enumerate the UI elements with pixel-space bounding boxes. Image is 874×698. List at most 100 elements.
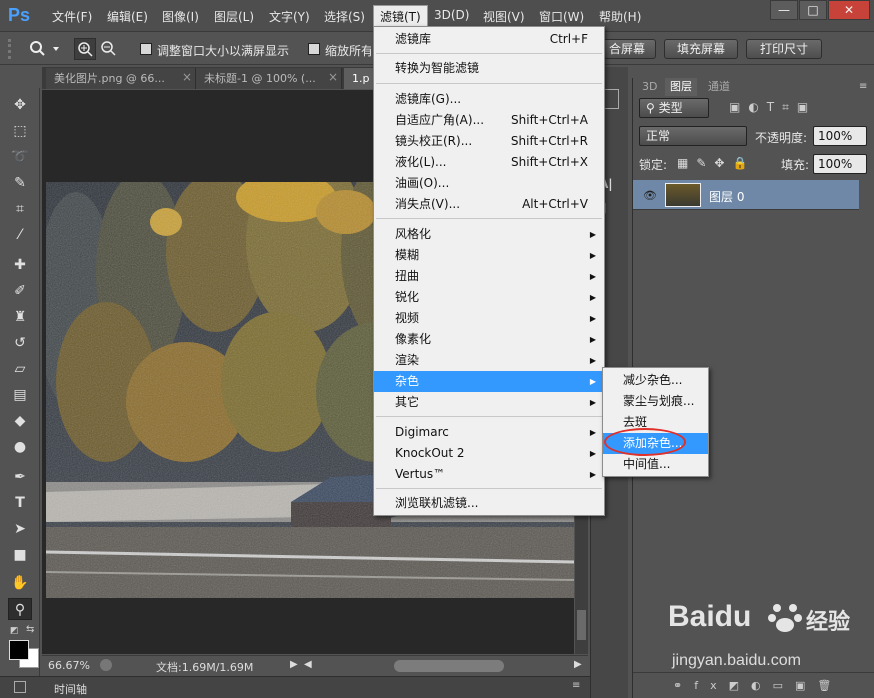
status-menu-arrow-icon[interactable]: ▶ <box>290 659 298 670</box>
scroll-thumb[interactable] <box>577 610 586 640</box>
menu-sharpen[interactable]: 锐化 ▶ <box>374 287 604 308</box>
type-tool-icon[interactable]: T <box>8 492 32 514</box>
fill-screen-button[interactable]: 填充屏幕 <box>664 39 738 59</box>
healing-brush-tool-icon[interactable]: ✚ <box>8 254 32 276</box>
tab-1p[interactable]: 1.p <box>344 68 374 89</box>
photoshop-logo: Ps <box>8 5 31 25</box>
menu-filter[interactable]: 滤镜(T) <box>373 5 428 28</box>
default-colors-icon[interactable]: ◩ <box>10 626 19 636</box>
menu-other[interactable]: 其它 ▶ <box>374 392 604 413</box>
pen-tool-icon[interactable]: ✒ <box>8 466 32 488</box>
submenu-arrow-icon: ▶ <box>589 377 596 386</box>
fill-input[interactable]: 100% <box>813 154 867 174</box>
menu-3d[interactable]: 3D(D) <box>434 8 469 22</box>
dodge-tool-icon[interactable]: ● <box>8 436 32 458</box>
quick-select-tool-icon[interactable]: ✎ <box>8 172 32 194</box>
menu-help[interactable]: 帮助(H) <box>599 8 641 25</box>
menu-image[interactable]: 图像(I) <box>162 8 199 25</box>
horizontal-scroll-thumb[interactable] <box>394 660 504 672</box>
menu-blur[interactable]: 模糊 ▶ <box>374 245 604 266</box>
zoom-out-button[interactable] <box>98 38 120 60</box>
submenu-arrow-icon: ▶ <box>589 230 596 239</box>
layer-row[interactable]: 👁 图层 0 <box>633 180 859 210</box>
lasso-tool-icon[interactable]: ➰ <box>8 146 32 168</box>
tab-beautify[interactable]: 美化图片.png @ 66... <box>46 68 196 89</box>
tab-3d[interactable]: 3D <box>637 78 662 96</box>
opacity-input[interactable]: 100% <box>813 126 867 146</box>
menu-convert-smart-filter[interactable]: 转换为智能滤镜 <box>374 58 604 79</box>
menu-knockout[interactable]: KnockOut 2 ▶ <box>374 443 604 464</box>
menu-render[interactable]: 渲染 ▶ <box>374 350 604 371</box>
minimize-button[interactable]: — <box>770 0 798 20</box>
menu-adaptive-wide-angle[interactable]: 自适应广角(A)... Shift+Ctrl+A <box>374 110 604 131</box>
eyedropper-tool-icon[interactable]: ⁄ <box>8 224 32 246</box>
scroll-right-icon[interactable]: ▶ <box>574 659 582 670</box>
zoom-tool-icon[interactable]: ⚲ <box>8 598 32 620</box>
menu-filter-gallery[interactable]: 滤镜库(G)... <box>374 89 604 110</box>
menu-distort[interactable]: 扭曲 ▶ <box>374 266 604 287</box>
menu-edit[interactable]: 编辑(E) <box>107 8 148 25</box>
menu-browse-filters-online[interactable]: 浏览联机滤镜... <box>374 493 604 514</box>
submenu-arrow-icon: ▶ <box>589 272 596 281</box>
menu-noise[interactable]: 杂色 ▶ <box>374 371 604 392</box>
blend-mode-select[interactable]: 正常 <box>639 126 747 146</box>
tab-label: 未标题-1 @ 100% (... <box>204 72 316 85</box>
marquee-tool-icon[interactable]: ⬚ <box>8 120 32 142</box>
timeline-label[interactable]: 时间轴 <box>54 681 87 697</box>
hand-tool-icon[interactable]: ✋ <box>8 572 32 594</box>
menu-vanishing-point[interactable]: 消失点(V)... Alt+Ctrl+V <box>374 194 604 215</box>
tab-layers[interactable]: 图层 <box>665 78 697 96</box>
tab-untitled[interactable]: 未标题-1 @ 100% (... <box>196 68 342 89</box>
menu-digimarc[interactable]: Digimarc ▶ <box>374 422 604 443</box>
rectangle-tool-icon[interactable]: ■ <box>8 544 32 566</box>
menu-stylize[interactable]: 风格化 ▶ <box>374 224 604 245</box>
tab-close-icon[interactable]: × <box>328 70 338 84</box>
zoom-tool-preset[interactable] <box>26 38 62 60</box>
tab-close-icon[interactable]: × <box>182 70 192 84</box>
tab-channels[interactable]: 通道 <box>703 78 735 96</box>
menu-window[interactable]: 窗口(W) <box>539 8 584 25</box>
panel-menu-icon[interactable]: ≡ <box>859 81 867 92</box>
print-size-button[interactable]: 打印尺寸 <box>746 39 822 59</box>
clone-stamp-tool-icon[interactable]: ♜ <box>8 306 32 328</box>
menu-median[interactable]: 中间值... <box>603 454 708 475</box>
zoom-in-button[interactable] <box>74 38 96 60</box>
menu-reduce-noise[interactable]: 减少杂色... <box>603 370 708 391</box>
move-tool-icon[interactable]: ✥ <box>8 94 32 116</box>
menu-liquify[interactable]: 液化(L)... Shift+Ctrl+X <box>374 152 604 173</box>
path-select-tool-icon[interactable]: ➤ <box>8 518 32 540</box>
menu-vertus[interactable]: Vertus™ ▶ <box>374 464 604 485</box>
menu-oil-paint[interactable]: 油画(O)... <box>374 173 604 194</box>
menu-dust-scratches[interactable]: 蒙尘与划痕... <box>603 391 708 412</box>
brush-tool-icon[interactable]: ✐ <box>8 280 32 302</box>
foreground-color-swatch[interactable] <box>9 640 29 660</box>
zoom-all-checkbox[interactable] <box>308 43 320 55</box>
menu-lens-correction[interactable]: 镜头校正(R)... Shift+Ctrl+R <box>374 131 604 152</box>
menu-select[interactable]: 选择(S) <box>324 8 365 25</box>
layer-name[interactable]: 图层 0 <box>709 188 744 205</box>
layer-filter-icons[interactable]: ▣◐T⌗▣ <box>729 100 816 115</box>
menu-video[interactable]: 视频 ▶ <box>374 308 604 329</box>
history-brush-tool-icon[interactable]: ↺ <box>8 332 32 354</box>
lock-icons[interactable]: ▦✎✥🔒 <box>677 156 755 170</box>
menu-view[interactable]: 视图(V) <box>483 8 525 25</box>
menu-filter-gallery-last[interactable]: 滤镜库 Ctrl+F <box>374 29 604 50</box>
blur-tool-icon[interactable]: ◆ <box>8 410 32 432</box>
scroll-left-icon[interactable]: ◀ <box>304 659 312 670</box>
eraser-tool-icon[interactable]: ▱ <box>8 358 32 380</box>
crop-tool-icon[interactable]: ⌗ <box>8 198 32 220</box>
menu-pixelate[interactable]: 像素化 ▶ <box>374 329 604 350</box>
layer-kind-select[interactable]: ⚲ 类型 <box>639 98 709 118</box>
close-button[interactable]: ✕ <box>828 0 870 20</box>
visibility-eye-icon[interactable]: 👁 <box>643 189 657 202</box>
gradient-tool-icon[interactable]: ▤ <box>8 384 32 406</box>
menu-file[interactable]: 文件(F) <box>52 8 92 25</box>
menu-type[interactable]: 文字(Y) <box>269 8 310 25</box>
panel-menu-icon[interactable]: ≡ <box>572 680 580 691</box>
swap-colors-icon[interactable]: ⇆ <box>26 624 34 635</box>
restore-button[interactable]: □ <box>799 0 827 20</box>
fit-window-checkbox[interactable] <box>140 43 152 55</box>
menu-layer[interactable]: 图层(L) <box>214 8 254 25</box>
fit-screen-button[interactable]: 合屏幕 <box>598 39 656 59</box>
zoom-level[interactable]: 66.67% <box>48 659 90 672</box>
